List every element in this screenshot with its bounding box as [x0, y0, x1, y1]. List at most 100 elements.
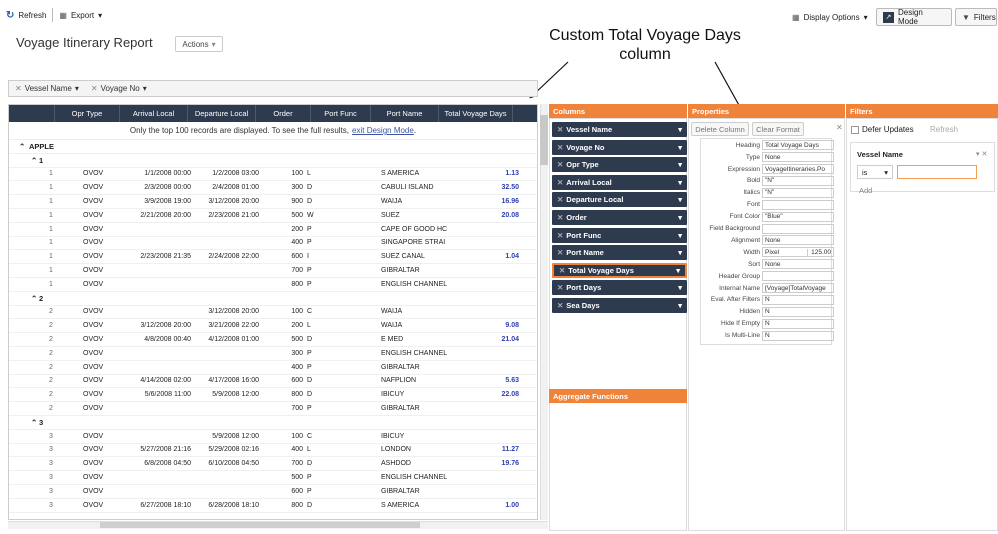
aggregate-functions-header[interactable]: Aggregate Functions: [549, 389, 687, 403]
actions-button[interactable]: Actions ▾: [175, 36, 223, 52]
property-value-field[interactable]: "N": [762, 187, 834, 198]
column-item-departure-local[interactable]: ✕ Departure Local ▾: [552, 192, 687, 208]
voyage-group-row[interactable]: ⌃ 3: [9, 416, 537, 430]
col-header-departure-local[interactable]: Departure Local: [188, 105, 256, 122]
remove-icon[interactable]: ✕: [557, 248, 563, 257]
col-header-arrival-local[interactable]: Arrival Local: [120, 105, 188, 122]
close-icon[interactable]: ✕: [91, 84, 98, 93]
table-row[interactable]: 2 OVOV 4/8/2008 00:40 4/12/2008 01:00 500 D E …: [9, 333, 537, 347]
filters-refresh-button[interactable]: Refresh: [930, 125, 958, 134]
filter-menu-icon[interactable]: ▾ ✕: [976, 150, 987, 158]
column-item-vessel-name[interactable]: ✕ Vessel Name ▾: [552, 122, 687, 137]
table-row[interactable]: 1 OVOV 2/21/2008 20:00 2/23/2008 21:00 500 W S…: [9, 209, 537, 223]
column-item-voyage-no[interactable]: ✕ Voyage No ▾: [552, 139, 687, 155]
close-icon[interactable]: ✕: [15, 84, 22, 93]
table-row[interactable]: 1 OVOV 400 P SINGAPORE STRAI: [9, 237, 537, 251]
col-header-total-voyage-days[interactable]: Total Voyage Days: [439, 105, 513, 122]
caret-down-icon[interactable]: ▾: [678, 125, 682, 134]
column-item-order[interactable]: ✕ Order ▾: [552, 210, 687, 225]
table-row[interactable]: 1 OVOV 700 P GIBRALTAR: [9, 264, 537, 278]
defer-updates-checkbox[interactable]: Defer Updates: [851, 125, 914, 134]
caret-down-icon[interactable]: ▾: [678, 178, 682, 187]
property-value-field[interactable]: "Blue": [762, 211, 834, 222]
caret-down-icon[interactable]: ▾: [678, 301, 682, 310]
table-row[interactable]: 1 OVOV 2/23/2008 21:35 2/24/2008 22:00 600 I S…: [9, 250, 537, 265]
property-value-field[interactable]: Pixel 125.00: [762, 247, 834, 258]
property-value-field[interactable]: [762, 271, 834, 282]
table-row[interactable]: 2 OVOV 400 P GIBRALTAR: [9, 361, 537, 375]
add-filter-link[interactable]: Add: [859, 186, 872, 195]
table-row[interactable]: 1 OVOV 2/3/2008 00:00 2/4/2008 01:00 300 D CAB…: [9, 181, 537, 196]
scrollbar-thumb[interactable]: [100, 522, 420, 528]
property-value-field[interactable]: N: [762, 306, 834, 317]
caret-down-icon[interactable]: ▾: [676, 266, 680, 275]
caret-down-icon[interactable]: ▾: [678, 143, 682, 152]
col-header-opr-type[interactable]: Opr Type: [55, 105, 120, 122]
scrollbar-thumb[interactable]: [540, 115, 548, 165]
grid-vertical-scrollbar[interactable]: [540, 104, 548, 520]
collapse-icon[interactable]: ⌃: [31, 294, 37, 303]
collapse-icon[interactable]: ⌃: [31, 418, 37, 427]
column-item-port-days[interactable]: ✕ Port Days ▾: [552, 280, 687, 296]
property-value-field[interactable]: "N": [762, 175, 834, 186]
table-row[interactable]: 3 OVOV 600 P GIBRALTAR: [9, 485, 537, 499]
caret-down-icon[interactable]: ▾: [678, 160, 682, 169]
table-row[interactable]: 1 OVOV 200 P CAPE OF GOOD HC: [9, 223, 537, 237]
property-value-field[interactable]: None: [762, 259, 834, 270]
remove-icon[interactable]: ✕: [557, 125, 563, 134]
table-row[interactable]: 2 OVOV 700 P GIBRALTAR: [9, 402, 537, 416]
collapse-icon[interactable]: ⌃: [19, 142, 25, 151]
col-header-order[interactable]: Order: [256, 105, 311, 122]
property-value-field[interactable]: [Voyage]TotalVoyage: [762, 283, 834, 294]
caret-down-icon[interactable]: ▾: [678, 231, 682, 240]
remove-icon[interactable]: ✕: [557, 178, 563, 187]
property-value-field[interactable]: VoyageItineraries.Po: [762, 164, 834, 175]
caret-down-icon[interactable]: ▾: [143, 84, 147, 93]
property-value-field[interactable]: N: [762, 318, 834, 329]
collapse-icon[interactable]: ⌃: [31, 156, 37, 165]
delete-column-button[interactable]: Delete Column: [691, 122, 749, 136]
col-header-port-name[interactable]: Port Name: [371, 105, 439, 122]
group-chip-voyage-no[interactable]: ✕ Voyage No ▾: [88, 84, 150, 93]
property-value-field[interactable]: None: [762, 235, 834, 246]
remove-icon[interactable]: ✕: [557, 213, 563, 222]
filters-button[interactable]: ▼ Filters: [955, 8, 997, 26]
table-row[interactable]: 1 OVOV 800 P ENGLISH CHANNEL: [9, 278, 537, 292]
remove-icon[interactable]: ✕: [557, 195, 563, 204]
property-value-field[interactable]: None: [762, 152, 834, 163]
close-icon[interactable]: ✕: [836, 123, 843, 132]
caret-down-icon[interactable]: ▾: [678, 283, 682, 292]
column-item-opr-type[interactable]: ✕ Opr Type ▾: [552, 157, 687, 173]
table-row[interactable]: 2 OVOV 5/6/2008 11:00 5/9/2008 12:00 800 D IBI…: [9, 388, 537, 403]
table-row[interactable]: 2 OVOV 300 P ENGLISH CHANNEL: [9, 347, 537, 361]
remove-icon[interactable]: ✕: [557, 143, 563, 152]
column-item-port-func[interactable]: ✕ Port Func ▾: [552, 227, 687, 243]
caret-down-icon[interactable]: ▾: [75, 84, 79, 93]
caret-down-icon[interactable]: ▾: [678, 248, 682, 257]
clear-format-button[interactable]: Clear Format: [752, 122, 804, 136]
vessel-group-row[interactable]: ⌃ APPLE: [9, 140, 537, 154]
table-row[interactable]: 1 OVOV 3/9/2008 19:00 3/12/2008 20:00 900 D WA…: [9, 195, 537, 209]
table-row[interactable]: 1 OVOV 1/1/2008 00:00 1/2/2008 03:00 100 L S A…: [9, 168, 537, 182]
table-row[interactable]: 3 OVOV 5/27/2008 21:16 5/29/2008 02:16 400 L L…: [9, 444, 537, 458]
export-button[interactable]: ▦ Export ▾: [53, 11, 108, 20]
filter-value-input[interactable]: [897, 165, 977, 179]
group-chip-vessel-name[interactable]: ✕ Vessel Name ▾: [12, 84, 82, 93]
voyage-group-row[interactable]: ⌃ 2: [9, 292, 537, 306]
remove-icon[interactable]: ✕: [557, 301, 563, 310]
col-header-port-func[interactable]: Port Func: [311, 105, 371, 122]
property-value-field[interactable]: [762, 223, 834, 234]
column-item-total-voyage-days[interactable]: ✕ Total Voyage Days ▾: [552, 262, 687, 278]
table-row[interactable]: 2 OVOV 3/12/2008 20:00 100 C WAIJA: [9, 306, 537, 320]
exit-design-mode-link[interactable]: exit Design Mode: [352, 126, 414, 135]
table-row[interactable]: 3 OVOV 500 P ENGLISH CHANNEL: [9, 471, 537, 485]
caret-down-icon[interactable]: ▾: [678, 213, 682, 222]
remove-icon[interactable]: ✕: [557, 283, 563, 292]
table-row[interactable]: 3 OVOV 6/27/2008 18:10 6/28/2008 18:10 800 D S…: [9, 499, 537, 513]
property-value-field[interactable]: [762, 199, 834, 210]
table-row[interactable]: 3 OVOV 5/9/2008 12:00 100 C IBICUY: [9, 430, 537, 444]
column-item-arrival-local[interactable]: ✕ Arrival Local ▾: [552, 174, 687, 190]
remove-icon[interactable]: ✕: [557, 160, 563, 169]
property-value-field[interactable]: N: [762, 330, 834, 341]
table-row[interactable]: 2 OVOV 4/14/2008 02:00 4/17/2008 16:00 600 D N…: [9, 375, 537, 389]
